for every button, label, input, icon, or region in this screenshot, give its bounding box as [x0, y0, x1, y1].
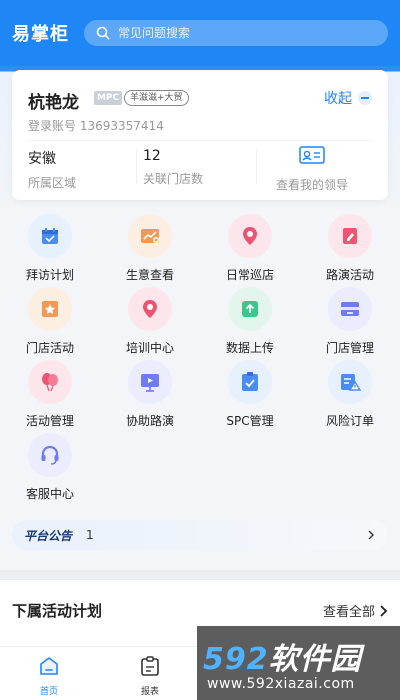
- stores-value: 12: [143, 148, 161, 164]
- menu-item[interactable]: 数据上传: [200, 287, 300, 356]
- search-bar[interactable]: [84, 20, 388, 46]
- minus-icon: [358, 91, 372, 105]
- menu-item-label: SPC管理: [226, 414, 274, 428]
- menu-icon-badge: [328, 287, 372, 331]
- menu-item[interactable]: 生意查看: [100, 214, 200, 283]
- menu-item-label: 活动管理: [25, 414, 74, 428]
- watermark-logo: 592软件园 www.592xiazai.com: [197, 626, 400, 700]
- user-name: 杭艳龙: [28, 93, 79, 113]
- view-leader-button[interactable]: 查看我的领导: [262, 146, 362, 193]
- account-label: 登录账号: [28, 119, 77, 133]
- menu-icon-badge: [128, 287, 172, 331]
- menu-item-label: 培训中心: [125, 341, 174, 355]
- menu-item[interactable]: 拜访计划: [0, 214, 100, 283]
- edit-note-icon: [343, 228, 357, 244]
- tab-report[interactable]: 报表: [120, 655, 180, 697]
- watermark-url: www.592xiazai.com: [207, 676, 355, 692]
- profile-card: 杭艳龙 MPC 羊滋滋+大贸 收起 登录账号 13693357414 安徽 所属…: [12, 70, 388, 200]
- menu-icon-badge: [128, 360, 172, 404]
- notice-count: 1: [86, 528, 94, 542]
- menu-icon-badge: [28, 287, 72, 331]
- home-icon: [40, 657, 58, 675]
- tab-home[interactable]: 首页: [19, 655, 79, 697]
- collapse-label: 收起: [324, 91, 352, 107]
- warning-list-icon: [341, 374, 362, 391]
- tab-home-label: 首页: [39, 687, 58, 697]
- stat-divider: [136, 150, 137, 184]
- view-leader-label: 查看我的领导: [275, 178, 348, 192]
- balloons-icon: [42, 373, 58, 392]
- notice-title: 平台公告: [24, 528, 73, 543]
- card-divider: [28, 140, 372, 141]
- id-card-icon: [299, 146, 325, 164]
- business-chart-icon: [141, 229, 159, 243]
- menu-item-label: 门店活动: [25, 341, 74, 355]
- location-pin-icon: [243, 227, 257, 245]
- menu-item-label: 路演活动: [325, 268, 374, 282]
- menu-item[interactable]: 培训中心: [100, 287, 200, 356]
- menu-item-label: 日常巡店: [225, 268, 274, 282]
- stores-label: 关联门店数: [143, 172, 204, 186]
- menu-icon-badge: [328, 214, 372, 258]
- menu-item-label: 风险订单: [325, 414, 374, 428]
- role-badge: MPC: [94, 91, 123, 105]
- region-label: 所属区域: [28, 176, 77, 190]
- calendar-icon: [42, 228, 58, 244]
- menu-item[interactable]: 客服中心: [0, 433, 100, 502]
- menu-item-label: 协助路演: [125, 414, 174, 428]
- chevron-right-icon: [368, 530, 374, 540]
- star-card-icon: [42, 301, 58, 317]
- upload-icon: [242, 301, 258, 317]
- presentation-icon: [141, 374, 159, 392]
- region-value: 安徽: [28, 151, 56, 167]
- check-board-icon: [242, 372, 258, 391]
- section-title: 下属活动计划: [12, 602, 103, 620]
- brand-tag: 羊滋滋+大贸: [124, 90, 189, 106]
- account-value: 13693357414: [79, 119, 164, 133]
- menu-item[interactable]: 风险订单: [300, 360, 400, 429]
- menu-item[interactable]: 路演活动: [300, 214, 400, 283]
- tab-report-label: 报表: [140, 687, 159, 697]
- menu-item[interactable]: 活动管理: [0, 360, 100, 429]
- search-icon: [96, 26, 110, 40]
- stat-divider: [256, 150, 257, 184]
- chevron-right-icon: [380, 604, 388, 617]
- menu-icon-badge: [228, 214, 272, 258]
- report-icon: [141, 656, 159, 676]
- menu-item-label: 生意查看: [125, 268, 174, 282]
- platform-notice-bar[interactable]: 平台公告 1: [12, 520, 388, 550]
- watermark-brand: 592软件园: [203, 642, 362, 677]
- store-card-icon: [341, 302, 359, 316]
- view-all-button[interactable]: 查看全部: [323, 601, 388, 620]
- top-bar: 易掌柜: [0, 0, 400, 66]
- menu-item[interactable]: SPC管理: [200, 360, 300, 429]
- menu-icon-badge: [328, 360, 372, 404]
- location-pin-icon: [143, 300, 157, 318]
- menu-icon-badge: [228, 287, 272, 331]
- menu-item-label: 门店管理: [325, 341, 374, 355]
- menu-item[interactable]: 协助路演: [100, 360, 200, 429]
- menu-item[interactable]: 日常巡店: [200, 214, 300, 283]
- menu-item-label: 客服中心: [25, 487, 74, 501]
- search-input[interactable]: [118, 26, 368, 40]
- collapse-button[interactable]: 收起: [324, 88, 372, 108]
- menu-icon-badge: [28, 360, 72, 404]
- stores-stat[interactable]: 12 关联门店数: [143, 148, 203, 187]
- view-all-label: 查看全部: [322, 605, 375, 620]
- menu-icon-badge: [128, 214, 172, 258]
- account-line: 登录账号 13693357414: [28, 117, 164, 134]
- menu-icon-badge: [28, 433, 72, 477]
- menu-icon-badge: [28, 214, 72, 258]
- region-stat: 安徽 所属区域: [28, 148, 76, 191]
- section-separator: [0, 570, 400, 580]
- menu-item-label: 拜访计划: [25, 268, 74, 282]
- menu-item[interactable]: 门店管理: [300, 287, 400, 356]
- menu-item[interactable]: 门店活动: [0, 287, 100, 356]
- app-title: 易掌柜: [12, 24, 69, 45]
- headset-icon: [41, 445, 59, 465]
- menu-item-label: 数据上传: [225, 341, 274, 355]
- menu-icon-badge: [228, 360, 272, 404]
